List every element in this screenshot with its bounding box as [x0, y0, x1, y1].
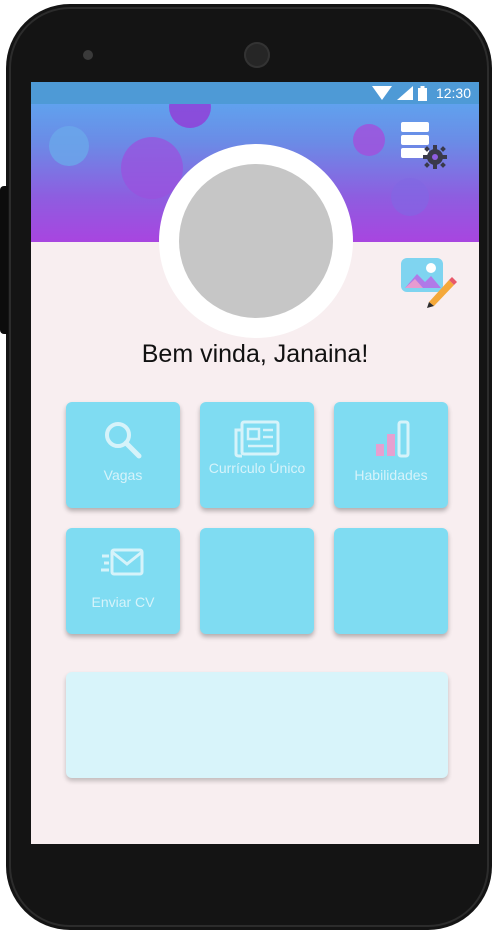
tile-empty[interactable] — [200, 528, 314, 634]
earpiece-speaker — [244, 42, 270, 68]
status-time: 12:30 — [435, 85, 471, 101]
resume-icon — [234, 420, 280, 458]
signal-icon — [396, 86, 413, 100]
settings-menu-icon — [401, 122, 447, 169]
settings-button[interactable] — [401, 122, 449, 172]
welcome-message: Bem vinda, Janaina! — [141, 340, 369, 368]
tile-label: Currículo Único — [208, 460, 306, 476]
tile-label: Vagas — [103, 467, 143, 483]
phone-side-button — [0, 186, 8, 334]
tile-enviar-cv[interactable]: Enviar CV — [66, 528, 180, 634]
tile-curriculo[interactable]: Currículo Único — [200, 402, 314, 508]
front-camera — [83, 50, 93, 60]
tile-label: Enviar CV — [91, 594, 155, 610]
info-card[interactable] — [66, 672, 448, 778]
header-bubble — [49, 126, 89, 166]
app-screen: 12:30 Bem vinda, Janaina! Vagas Currícul… — [31, 82, 479, 844]
edit-image-icon — [401, 258, 457, 308]
battery-icon — [417, 85, 427, 101]
status-bar: 12:30 — [31, 82, 479, 104]
header-bubble — [353, 124, 385, 156]
tile-empty[interactable] — [334, 528, 448, 634]
header-bubble — [391, 178, 429, 216]
tile-vagas[interactable]: Vagas — [66, 402, 180, 508]
profile-avatar-frame[interactable] — [159, 144, 353, 338]
tile-habilidades[interactable]: Habilidades — [334, 402, 448, 508]
edit-photo-button[interactable] — [399, 254, 457, 308]
bar-chart-icon — [376, 420, 410, 458]
wifi-icon — [371, 86, 392, 100]
search-icon — [105, 422, 142, 459]
send-mail-icon — [101, 548, 144, 576]
avatar[interactable] — [179, 164, 333, 318]
tile-label: Habilidades — [354, 467, 428, 483]
